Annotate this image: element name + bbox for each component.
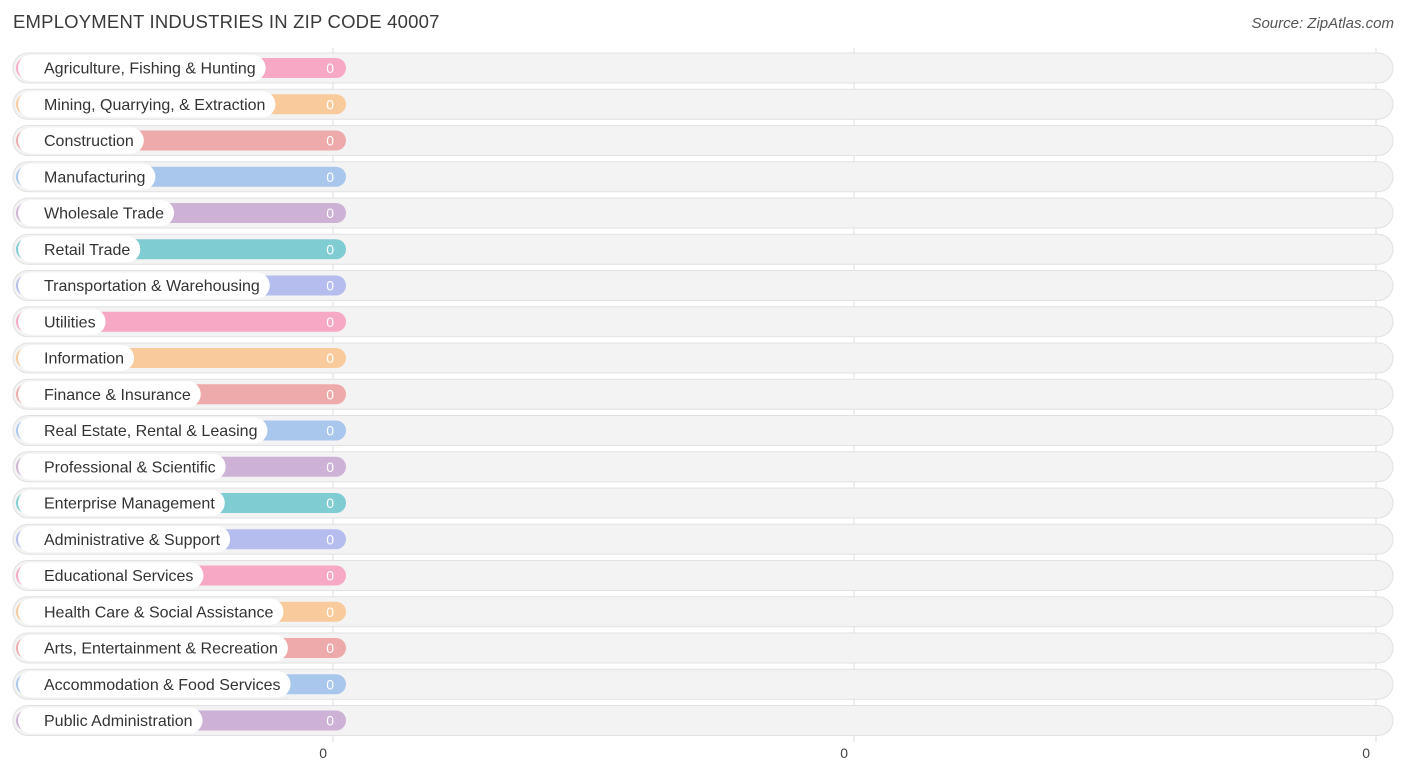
value-label: 0 <box>326 386 334 402</box>
bar-row: Information 0 <box>12 342 1394 374</box>
value-label: 0 <box>326 459 334 475</box>
bar-row: Utilities 0 <box>12 306 1394 338</box>
category-label: Retail Trade <box>44 242 130 259</box>
bar-row: Agriculture, Fishing & Hunting 0 <box>12 52 1394 84</box>
x-tick-label: 0 <box>319 745 327 761</box>
x-tick-label: 0 <box>840 745 848 761</box>
category-label: Agriculture, Fishing & Hunting <box>44 61 256 78</box>
bar-row: Mining, Quarrying, & Extraction 0 <box>12 88 1394 120</box>
value-label: 0 <box>326 676 334 692</box>
value-label: 0 <box>326 133 334 149</box>
bar-row: Real Estate, Rental & Leasing 0 <box>12 415 1394 446</box>
bar-row: Retail Trade 0 <box>12 233 1394 265</box>
category-label: Information <box>44 351 124 368</box>
bar-row: Arts, Entertainment & Recreation 0 <box>12 632 1394 664</box>
bar-row: Administrative & Support 0 <box>12 523 1394 555</box>
category-label: Enterprise Management <box>44 496 215 513</box>
category-label: Wholesale Trade <box>44 206 164 223</box>
category-label: Utilities <box>44 314 96 331</box>
category-label: Finance & Insurance <box>44 387 191 404</box>
bar-row: Educational Services 0 <box>12 560 1394 591</box>
value-label: 0 <box>326 350 334 366</box>
category-label: Arts, Entertainment & Recreation <box>44 641 278 658</box>
bar-row: Transportation & Warehousing 0 <box>12 270 1394 301</box>
bar-row: Wholesale Trade 0 <box>12 197 1394 229</box>
value-label: 0 <box>326 169 334 185</box>
value-label: 0 <box>326 640 334 656</box>
value-label: 0 <box>326 60 334 76</box>
value-label: 0 <box>326 205 334 221</box>
category-label: Mining, Quarrying, & Extraction <box>44 97 265 114</box>
value-label: 0 <box>326 531 334 547</box>
value-label: 0 <box>326 713 334 729</box>
value-label: 0 <box>326 423 334 439</box>
category-label: Transportation & Warehousing <box>44 278 260 295</box>
category-label: Real Estate, Rental & Leasing <box>44 423 257 440</box>
bar-chart: Agriculture, Fishing & Hunting 0Mining, Q… <box>12 48 1394 761</box>
category-label: Construction <box>44 133 134 150</box>
category-label: Administrative & Support <box>44 532 221 549</box>
category-label: Manufacturing <box>44 169 145 186</box>
value-label: 0 <box>326 604 334 620</box>
category-label: Educational Services <box>44 568 193 585</box>
value-label: 0 <box>326 241 334 257</box>
category-label: Accommodation & Food Services <box>44 677 281 694</box>
bar-row: Finance & Insurance 0 <box>12 378 1394 410</box>
bar-row: Enterprise Management 0 <box>12 487 1394 519</box>
value-label: 0 <box>326 495 334 511</box>
bar-row: Construction 0 <box>12 125 1394 156</box>
category-label: Professional & Scientific <box>44 459 216 476</box>
bar-row: Health Care & Social Assistance 0 <box>12 596 1394 628</box>
value-label: 0 <box>326 314 334 330</box>
value-label: 0 <box>326 96 334 112</box>
bar-row: Public Administration 0 <box>12 705 1394 736</box>
category-label: Public Administration <box>44 713 193 730</box>
bar-row: Accommodation & Food Services 0 <box>12 668 1394 700</box>
value-label: 0 <box>326 568 334 584</box>
value-label: 0 <box>326 278 334 294</box>
x-tick-label: 0 <box>1362 745 1370 761</box>
category-label: Health Care & Social Assistance <box>44 604 274 621</box>
bar-row: Professional & Scientific 0 <box>12 451 1394 483</box>
bar-row: Manufacturing 0 <box>12 161 1394 193</box>
